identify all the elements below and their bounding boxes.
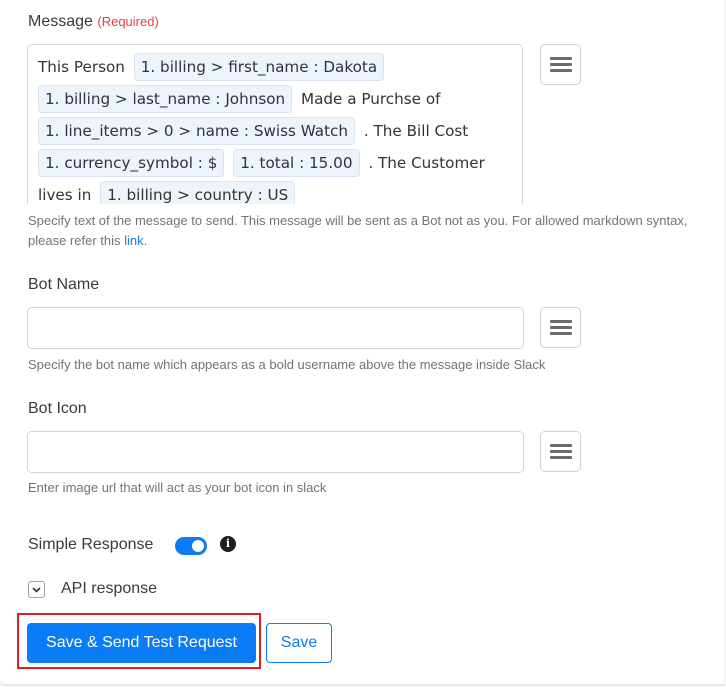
hamburger-icon xyxy=(549,441,572,462)
required-indicator: (Required) xyxy=(97,14,159,29)
info-icon[interactable]: i xyxy=(220,536,236,552)
bot-icon-help-text: Enter image url that will act as your bo… xyxy=(28,480,327,495)
field-token[interactable]: 1. billing > last_name : Johnson xyxy=(38,85,293,113)
simple-response-toggle[interactable] xyxy=(175,537,207,555)
message-label: Message (Required) xyxy=(28,13,159,30)
field-token[interactable]: 1. line_items > 0 > name : Swiss Watch xyxy=(38,117,356,145)
form-card: Message (Required) This Person 1. billin… xyxy=(0,0,725,686)
message-editor[interactable]: This Person 1. billing > first_name : Da… xyxy=(27,44,523,204)
bot-icon-label: Bot Icon xyxy=(28,400,87,417)
bot-name-input[interactable] xyxy=(27,307,524,349)
message-text: . The Bill Cost xyxy=(363,122,469,140)
api-response-expand-button[interactable] xyxy=(28,581,45,598)
hamburger-icon xyxy=(549,54,572,75)
hamburger-icon xyxy=(549,317,572,338)
bot-name-help-text: Specify the bot name which appears as a … xyxy=(28,357,546,372)
message-insert-menu-button[interactable] xyxy=(540,44,581,85)
field-token[interactable]: 1. billing > country : US xyxy=(100,181,296,204)
field-token[interactable]: 1. currency_symbol : $ xyxy=(38,149,225,177)
message-help-text: Specify text of the message to send. Thi… xyxy=(28,213,688,248)
field-token[interactable]: 1. billing > first_name : Dakota xyxy=(133,53,385,81)
bot-icon-insert-menu-button[interactable] xyxy=(540,431,581,472)
save-and-send-test-request-button[interactable]: Save & Send Test Request xyxy=(27,623,256,663)
chevron-down-icon xyxy=(32,586,41,593)
markdown-link[interactable]: link xyxy=(124,233,144,248)
message-text: This Person xyxy=(38,58,125,76)
api-response-label: API response xyxy=(61,580,158,597)
save-button[interactable]: Save xyxy=(266,623,332,663)
toggle-knob xyxy=(192,540,204,552)
simple-response-label: Simple Response xyxy=(28,536,154,553)
message-text: Made a Purchse of xyxy=(301,90,441,108)
bot-name-insert-menu-button[interactable] xyxy=(540,307,581,348)
bot-icon-input[interactable] xyxy=(27,431,524,473)
bot-name-label: Bot Name xyxy=(28,276,100,293)
field-token[interactable]: 1. total : 15.00 xyxy=(233,149,360,177)
